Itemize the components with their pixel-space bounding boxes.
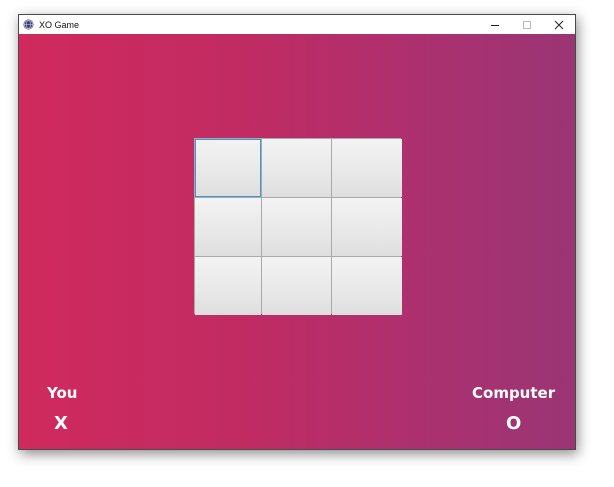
board-cell-5[interactable]	[262, 198, 331, 256]
player-label-computer: Computer	[472, 384, 556, 402]
player-label-you: You	[47, 384, 78, 402]
board-cell-6[interactable]	[332, 198, 402, 256]
globe-icon	[23, 19, 34, 30]
board-cell-8[interactable]	[262, 257, 331, 315]
close-button[interactable]	[543, 15, 575, 34]
window-title: XO Game	[39, 19, 80, 30]
board-cell-3[interactable]	[332, 139, 402, 197]
board-cell-4[interactable]	[195, 198, 261, 256]
maximize-button[interactable]	[511, 15, 543, 34]
player-mark-computer: O	[506, 413, 522, 434]
window-controls	[479, 15, 575, 34]
maximize-icon	[523, 20, 531, 29]
board-cell-9[interactable]	[332, 257, 402, 315]
player-mark-you: X	[54, 413, 68, 434]
close-icon	[554, 20, 564, 29]
minimize-icon	[491, 24, 499, 26]
board-cell-1[interactable]	[195, 139, 261, 197]
game-board	[194, 138, 402, 315]
minimize-button[interactable]	[479, 15, 511, 34]
title-bar[interactable]: XO Game	[19, 15, 575, 34]
app-window: XO Game You X Computer O	[18, 14, 576, 450]
board-cell-2[interactable]	[262, 139, 331, 197]
board-cell-7[interactable]	[195, 257, 261, 315]
game-area: You X Computer O	[19, 34, 575, 449]
